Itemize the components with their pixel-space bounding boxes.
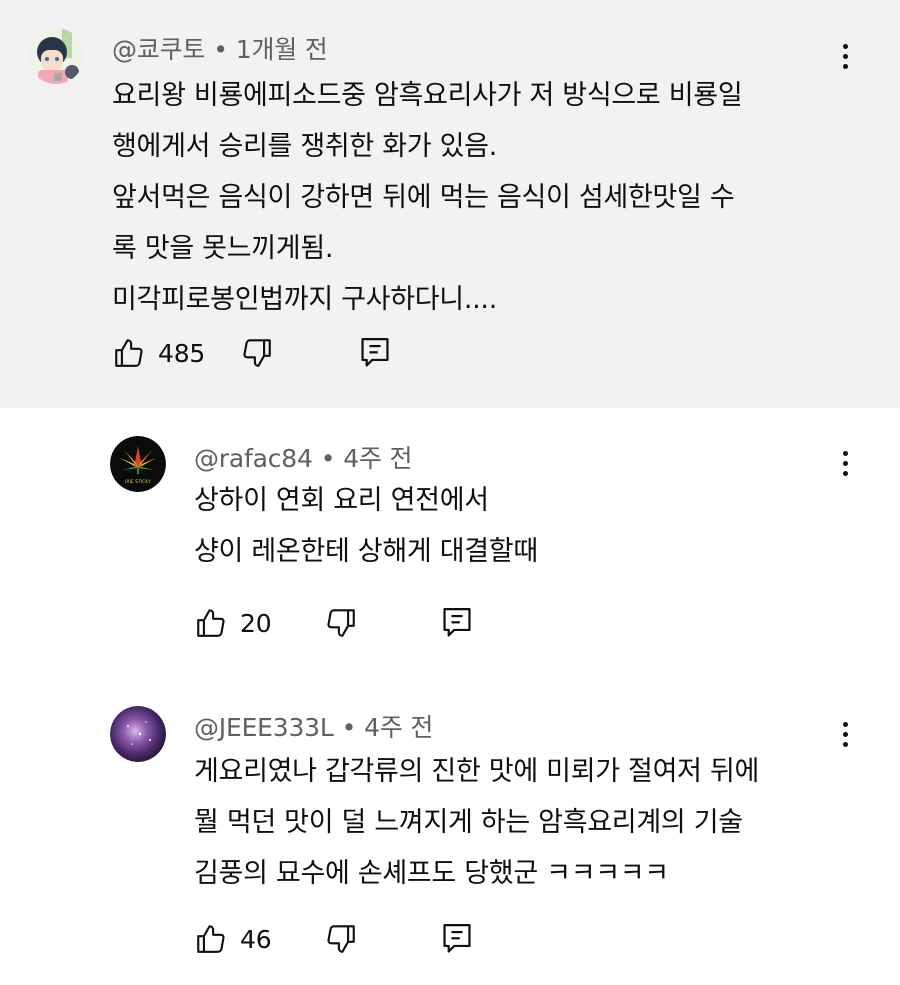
comment-text: 요리왕 비룡에피소드중 암흑요리사가 저 방식으로 비룡일 행에게서 승리를 쟁… — [112, 70, 743, 325]
comment-header: @JEEE333L • 4주 전 — [194, 713, 434, 742]
timestamp[interactable]: 4주 전 — [343, 444, 412, 473]
more-vertical-icon[interactable] — [830, 36, 860, 76]
comment-text: 게요리였나 갑각류의 진한 맛에 미뢰가 절여저 뒤에 뭘 먹던 맛이 덜 느껴… — [194, 746, 759, 899]
comment-line: 요리왕 비룡에피소드중 암흑요리사가 저 방식으로 비룡일 — [112, 80, 743, 111]
reply-icon — [443, 924, 471, 953]
comment-actions: 485 — [112, 333, 412, 373]
comment-line: 록 맛을 못느끼게됨. — [112, 233, 334, 264]
like-count: 485 — [158, 338, 206, 368]
thumbs-down-icon — [243, 339, 271, 367]
comment-line: 게요리였나 갑각류의 진한 맛에 미뢰가 절여저 뒤에 — [194, 756, 760, 787]
comment-highlighted: @쿄쿠토 • 1개월 전 요리왕 비룡에피소드중 암흑요리사가 저 방식으로 비룡일… — [0, 0, 900, 408]
avatar[interactable]: IRIE STICKY — [110, 436, 166, 492]
comment-line: 샹이 레온한테 상해게 대결할때 — [194, 536, 538, 567]
thumbs-down-icon — [327, 925, 355, 953]
comment-header: @rafac84 • 4주 전 — [194, 444, 413, 473]
comment-line: 행에게서 승리를 쟁취한 화가 있음. — [112, 131, 497, 162]
like-count: 46 — [240, 924, 272, 954]
reply-button[interactable] — [440, 919, 474, 959]
comment-line: 김풍의 묘수에 손셰프도 당했군 ㅋㅋㅋㅋㅋ — [194, 858, 669, 889]
thumbs-up-icon — [115, 339, 143, 367]
timestamp[interactable]: 4주 전 — [364, 713, 433, 742]
more-vertical-icon[interactable] — [830, 714, 860, 754]
avatar-caption: IRIE STICKY — [125, 479, 151, 485]
comment-line: 뭘 먹던 맛이 덜 느껴지게 하는 암흑요리계의 기술 — [194, 807, 743, 838]
timestamp[interactable]: 1개월 전 — [236, 35, 328, 64]
author-handle[interactable]: @JEEE333L — [194, 713, 334, 742]
comment-header: @쿄쿠토 • 1개월 전 — [112, 35, 328, 64]
comment-actions: 46 — [194, 919, 494, 959]
comment-line: 상하이 연회 요리 연전에서 — [194, 485, 489, 516]
comment-text: 상하이 연회 요리 연전에서 샹이 레온한테 상해게 대결할때 — [194, 475, 538, 577]
comment: @JEEE333L • 4주 전 게요리였나 갑각류의 진한 맛에 미뢰가 절여저 … — [0, 678, 900, 985]
like-button[interactable]: 485 — [112, 333, 205, 373]
author-handle[interactable]: @rafac84 — [194, 444, 313, 473]
like-count: 20 — [240, 608, 272, 638]
avatar[interactable] — [28, 28, 84, 84]
thumbs-up-icon — [197, 609, 225, 637]
comment: IRIE STICKY @rafac84 • 4주 전 상하이 연회 요리 연전에서… — [0, 408, 900, 678]
reply-icon — [443, 608, 471, 637]
comment-line: 앞서먹은 음식이 강하면 뒤에 먹는 음식이 섬세한맛일 수 — [112, 182, 735, 213]
author-handle[interactable]: @쿄쿠토 — [112, 35, 205, 64]
avatar[interactable] — [110, 706, 166, 762]
like-button[interactable]: 46 — [194, 919, 272, 959]
reply-icon — [361, 338, 389, 367]
dislike-button[interactable] — [324, 603, 358, 643]
comment-actions: 20 — [194, 603, 494, 643]
thumbs-up-icon — [197, 925, 225, 953]
like-button[interactable]: 20 — [194, 603, 272, 643]
more-vertical-icon[interactable] — [830, 443, 860, 483]
comment-line: 미각피로봉인법까지 구사하다니.... — [112, 284, 497, 315]
reply-button[interactable] — [440, 603, 474, 643]
reply-button[interactable] — [358, 333, 392, 373]
dislike-button[interactable] — [240, 333, 274, 373]
thumbs-down-icon — [327, 609, 355, 637]
dislike-button[interactable] — [324, 919, 358, 959]
